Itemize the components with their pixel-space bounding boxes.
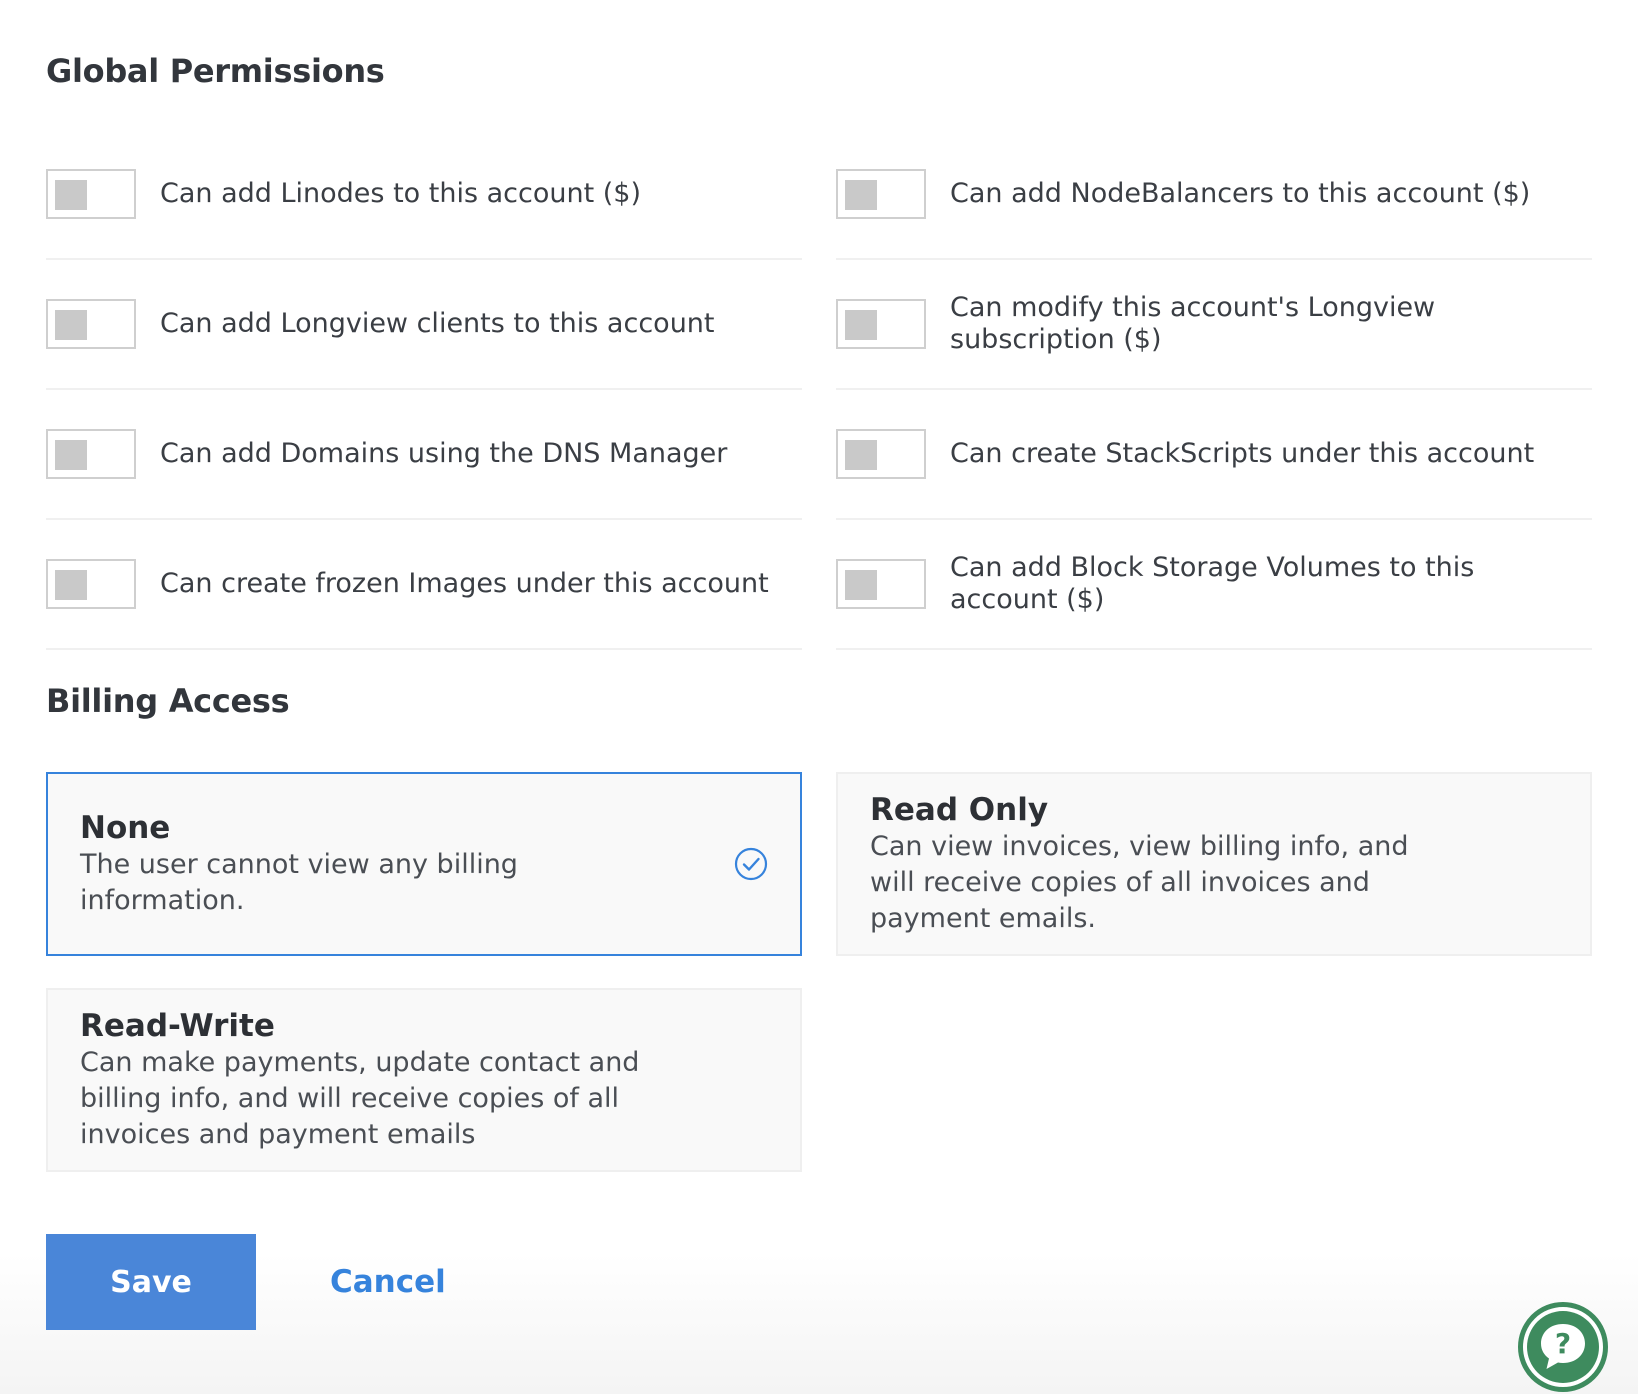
- billing-option-heading: None: [80, 810, 171, 846]
- permission-label: Can add Longview clients to this account: [160, 308, 715, 339]
- toggle-create-stackscripts[interactable]: [836, 429, 926, 479]
- billing-option-heading: Read Only: [870, 792, 1049, 828]
- speech-bubble-icon: ?: [1541, 1324, 1585, 1369]
- toggle-knob: [845, 310, 877, 340]
- toggle-knob: [55, 180, 87, 210]
- toggle-knob: [845, 180, 877, 210]
- permission-label: Can add Block Storage Volumes to this ac…: [950, 552, 1475, 615]
- toggle-add-nodebalancers[interactable]: [836, 169, 926, 219]
- permission-row-add-longview-clients: Can add Longview clients to this account: [46, 260, 802, 390]
- billing-option-description: Can make payments, update contact and bi…: [80, 1047, 640, 1150]
- help-glyph: ?: [1555, 1327, 1571, 1360]
- help-chat-icon: ?: [1527, 1311, 1599, 1383]
- permission-row-add-domains: Can add Domains using the DNS Manager: [46, 390, 802, 520]
- permission-label: Can add Domains using the DNS Manager: [160, 438, 728, 469]
- billing-option-read-write[interactable]: Read-Write Can make payments, update con…: [46, 988, 802, 1172]
- permission-row-create-frozen-images: Can create frozen Images under this acco…: [46, 520, 802, 650]
- billing-option-description: The user cannot view any billing informa…: [80, 849, 518, 916]
- permission-row-modify-longview-subscription: Can modify this account's Longview subsc…: [836, 260, 1592, 390]
- permission-row-add-linodes: Can add Linodes to this account ($): [46, 130, 802, 260]
- billing-option-description: Can view invoices, view billing info, an…: [870, 831, 1409, 934]
- billing-option-read-only[interactable]: Read Only Can view invoices, view billin…: [836, 772, 1592, 956]
- billing-access-title: Billing Access: [46, 682, 290, 720]
- billing-option-none[interactable]: None The user cannot view any billing in…: [46, 772, 802, 956]
- toggle-knob: [55, 440, 87, 470]
- permission-row-create-stackscripts: Can create StackScripts under this accou…: [836, 390, 1592, 520]
- permission-label: Can add NodeBalancers to this account ($…: [950, 178, 1531, 209]
- permission-label: Can add Linodes to this account ($): [160, 178, 642, 209]
- toggle-knob: [55, 310, 87, 340]
- toggle-knob: [55, 570, 87, 600]
- billing-option-heading: Read-Write: [80, 1008, 275, 1044]
- toggle-create-frozen-images[interactable]: [46, 559, 136, 609]
- billing-access-options: None The user cannot view any billing in…: [46, 772, 1592, 1172]
- toggle-add-longview-clients[interactable]: [46, 299, 136, 349]
- toggle-add-volumes[interactable]: [836, 559, 926, 609]
- toggle-knob: [845, 570, 877, 600]
- user-permissions-page: Global Permissions Can add Linodes to th…: [0, 0, 1638, 1394]
- help-button[interactable]: ?: [1518, 1302, 1608, 1392]
- permission-label: Can create StackScripts under this accou…: [950, 438, 1535, 469]
- global-permissions-title: Global Permissions: [46, 52, 385, 90]
- global-permissions-grid: Can add Linodes to this account ($) Can …: [46, 130, 1592, 650]
- toggle-add-linodes[interactable]: [46, 169, 136, 219]
- permission-label: Can create frozen Images under this acco…: [160, 568, 769, 599]
- toggle-add-domains[interactable]: [46, 429, 136, 479]
- permission-label: Can modify this account's Longview subsc…: [950, 292, 1436, 355]
- cancel-button[interactable]: Cancel: [300, 1234, 476, 1330]
- save-button[interactable]: Save: [46, 1234, 256, 1330]
- toggle-modify-longview-subscription[interactable]: [836, 299, 926, 349]
- check-circle-icon: [734, 847, 768, 881]
- permission-row-add-volumes: Can add Block Storage Volumes to this ac…: [836, 520, 1592, 650]
- permission-row-add-nodebalancers: Can add NodeBalancers to this account ($…: [836, 130, 1592, 260]
- toggle-knob: [845, 440, 877, 470]
